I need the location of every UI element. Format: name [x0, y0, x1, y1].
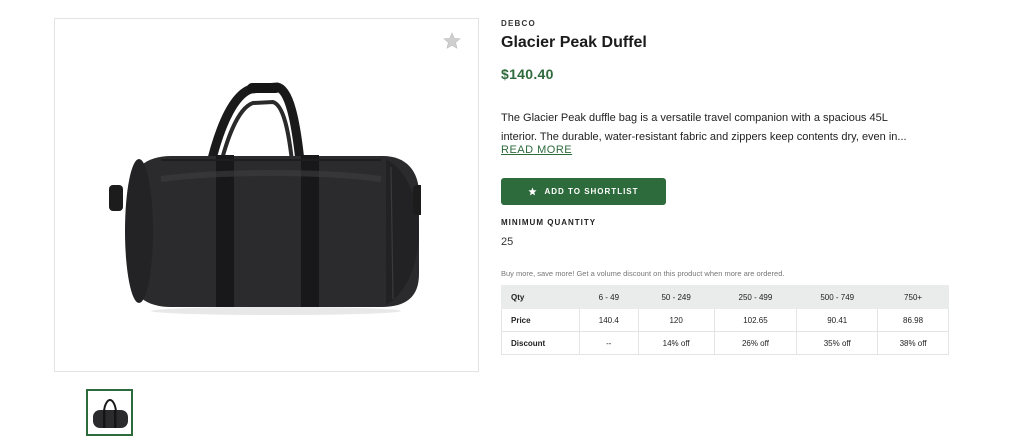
row-header: Price: [501, 308, 580, 332]
duffel-bag-image: [109, 82, 421, 315]
volume-pricing-table: Qty 6 - 49 50 - 249 250 - 499 500 - 749 …: [501, 285, 949, 355]
table-row-discount: Discount -- 14% off 26% off 35% off 38% …: [501, 331, 949, 355]
product-price: $140.40: [501, 66, 554, 82]
table-cell: 90.41: [796, 308, 879, 332]
add-to-shortlist-button[interactable]: ADD TO SHORTLIST: [501, 178, 666, 205]
table-cell: 86.98: [877, 308, 949, 332]
table-cell: 6 - 49: [578, 285, 639, 309]
product-title: Glacier Peak Duffel: [501, 34, 647, 51]
table-cell: 500 - 749: [796, 285, 879, 309]
duffel-bag-thumbnail-image: [93, 398, 128, 428]
table-cell: 35% off: [796, 331, 879, 355]
table-cell: 140.4: [578, 308, 639, 332]
minimum-quantity-value: 25: [501, 236, 514, 248]
table-cell: 120: [637, 308, 715, 332]
table-row-price: Price 140.4 120 102.65 90.41 86.98: [501, 308, 949, 332]
product-description: The Glacier Peak duffle bag is a versati…: [501, 109, 946, 147]
table-cell: --: [578, 331, 639, 355]
product-thumbnail[interactable]: [86, 389, 133, 436]
favorite-star-icon[interactable]: [442, 31, 462, 51]
table-row-qty: Qty 6 - 49 50 - 249 250 - 499 500 - 749 …: [501, 285, 949, 309]
table-cell: 250 - 499: [713, 285, 798, 309]
row-header: Discount: [501, 331, 580, 355]
table-cell: 750+: [877, 285, 949, 309]
brand-name: DEBCO: [501, 19, 536, 28]
volume-discount-note: Buy more, save more! Get a volume discou…: [501, 269, 785, 278]
read-more-link[interactable]: READ MORE: [501, 144, 572, 156]
shortlist-button-label: ADD TO SHORTLIST: [544, 187, 639, 196]
row-header: Qty: [501, 285, 580, 309]
table-cell: 50 - 249: [637, 285, 715, 309]
main-product-image: [54, 18, 479, 372]
description-line: The Glacier Peak duffle bag is a versati…: [501, 112, 888, 124]
star-icon: [528, 187, 538, 196]
table-cell: 102.65: [713, 308, 798, 332]
table-cell: 38% off: [877, 331, 949, 355]
minimum-quantity-label: MINIMUM QUANTITY: [501, 218, 597, 227]
table-cell: 26% off: [713, 331, 798, 355]
table-cell: 14% off: [637, 331, 715, 355]
